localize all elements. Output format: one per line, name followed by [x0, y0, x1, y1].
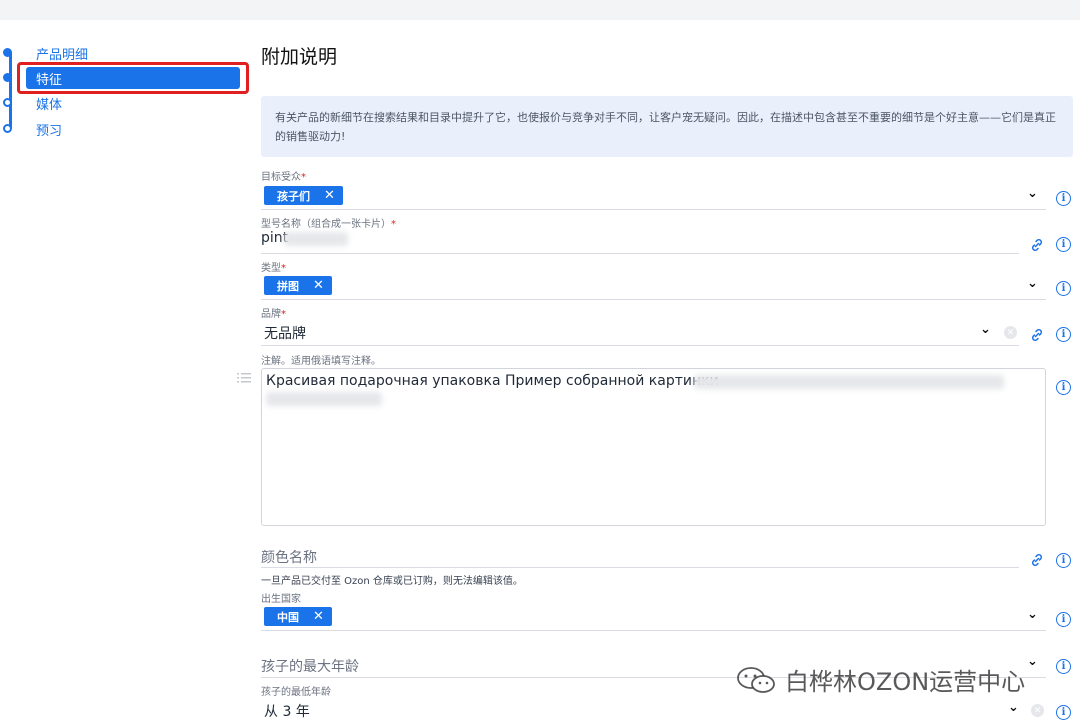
- info-icon[interactable]: i: [1056, 380, 1071, 395]
- color-name-hint: 一旦产品已交付至 Ozon 仓库或已订购，则无法编辑该值。: [261, 576, 523, 587]
- origin-label: 出生国家: [261, 594, 301, 605]
- info-icon[interactable]: i: [1056, 553, 1071, 568]
- chip-label: 拼图: [277, 279, 299, 293]
- chip-label: 中国: [277, 610, 299, 624]
- audience-underline: [261, 209, 1046, 210]
- model-underline: [261, 253, 1019, 254]
- wechat-icon: [737, 666, 775, 693]
- chip-remove-icon[interactable]: ✕: [324, 188, 335, 203]
- clear-icon[interactable]: ✕: [1004, 326, 1017, 339]
- type-label: 类型*: [261, 263, 286, 274]
- step-todo-dot-icon: [3, 124, 12, 133]
- top-bar: [0, 0, 1080, 20]
- info-icon[interactable]: i: [1056, 237, 1071, 252]
- brand-underline: [261, 345, 1019, 346]
- audience-chip[interactable]: 孩子们 ✕: [264, 186, 343, 205]
- chip-label: 孩子们: [277, 189, 310, 203]
- max-age-select[interactable]: 孩子的最大年龄: [261, 656, 359, 676]
- type-dropdown-chevron-icon[interactable]: ⌄: [1027, 276, 1038, 291]
- step-done-dot-icon: [3, 48, 12, 57]
- info-icon[interactable]: i: [1056, 659, 1071, 674]
- info-icon[interactable]: i: [1056, 281, 1071, 296]
- link-icon[interactable]: [1029, 327, 1045, 343]
- color-name-underline: [261, 567, 1019, 568]
- max-age-dropdown-chevron-icon[interactable]: ⌄: [1027, 654, 1038, 669]
- audience-dropdown-chevron-icon[interactable]: ⌄: [1027, 186, 1038, 201]
- audience-label: 目标受众*: [261, 172, 306, 183]
- brand-dropdown-chevron-icon[interactable]: ⌄: [980, 322, 991, 337]
- watermark-text: 白桦林OZON运营中心: [785, 668, 1026, 696]
- origin-dropdown-chevron-icon[interactable]: ⌄: [1027, 607, 1038, 622]
- info-icon[interactable]: i: [1056, 327, 1071, 342]
- info-icon[interactable]: i: [1056, 191, 1071, 206]
- annotation-text: Красивая подарочная упаковка Пример собр…: [266, 373, 719, 389]
- model-label: 型号名称（组合成一张卡片）*: [261, 219, 396, 230]
- clear-icon[interactable]: ✕: [1031, 704, 1044, 717]
- section-title: 附加说明: [261, 46, 338, 68]
- info-banner-text: 有关产品的新细节在搜索结果和目录中提升了它，也使报价与竞争对手不同，让客户宠无疑…: [275, 111, 1056, 143]
- list-format-icon[interactable]: [237, 372, 251, 384]
- type-underline: [261, 299, 1046, 300]
- step-todo-dot-icon: [3, 98, 12, 107]
- brand-label: 品牌*: [261, 309, 286, 320]
- blurred-text: [266, 392, 382, 406]
- step-label: 媒体: [36, 97, 63, 113]
- annotation-highlight-box: [17, 62, 249, 94]
- color-name-input[interactable]: 颜色名称: [261, 547, 317, 567]
- steps-progress-line: [9, 52, 12, 128]
- step-active-dot-icon: [3, 73, 12, 82]
- link-icon[interactable]: [1029, 552, 1045, 568]
- link-icon[interactable]: [1029, 237, 1045, 253]
- min-age-label: 孩子的最低年龄: [261, 687, 331, 698]
- chip-remove-icon[interactable]: ✕: [313, 609, 324, 624]
- annotation-label: 注解。适用俄语填写注释。: [261, 356, 381, 367]
- blurred-text: [694, 375, 1004, 389]
- origin-chip[interactable]: 中国 ✕: [264, 607, 332, 626]
- step-label: 预习: [36, 123, 63, 139]
- type-chip[interactable]: 拼图 ✕: [264, 276, 332, 295]
- min-age-dropdown-chevron-icon[interactable]: ⌄: [1008, 700, 1019, 715]
- info-banner: 有关产品的新细节在搜索结果和目录中提升了它，也使报价与竞争对手不同，让客户宠无疑…: [261, 96, 1073, 157]
- blurred-text: [284, 232, 348, 246]
- min-age-select[interactable]: 从 3 年: [264, 701, 310, 721]
- info-icon[interactable]: i: [1056, 705, 1071, 720]
- watermark: 白桦林OZON运营中心: [735, 662, 1025, 697]
- origin-underline: [261, 630, 1046, 631]
- chip-remove-icon[interactable]: ✕: [313, 278, 324, 293]
- info-icon[interactable]: i: [1056, 612, 1071, 627]
- step-label: 产品明细: [36, 47, 89, 63]
- brand-select[interactable]: 无品牌: [264, 323, 306, 343]
